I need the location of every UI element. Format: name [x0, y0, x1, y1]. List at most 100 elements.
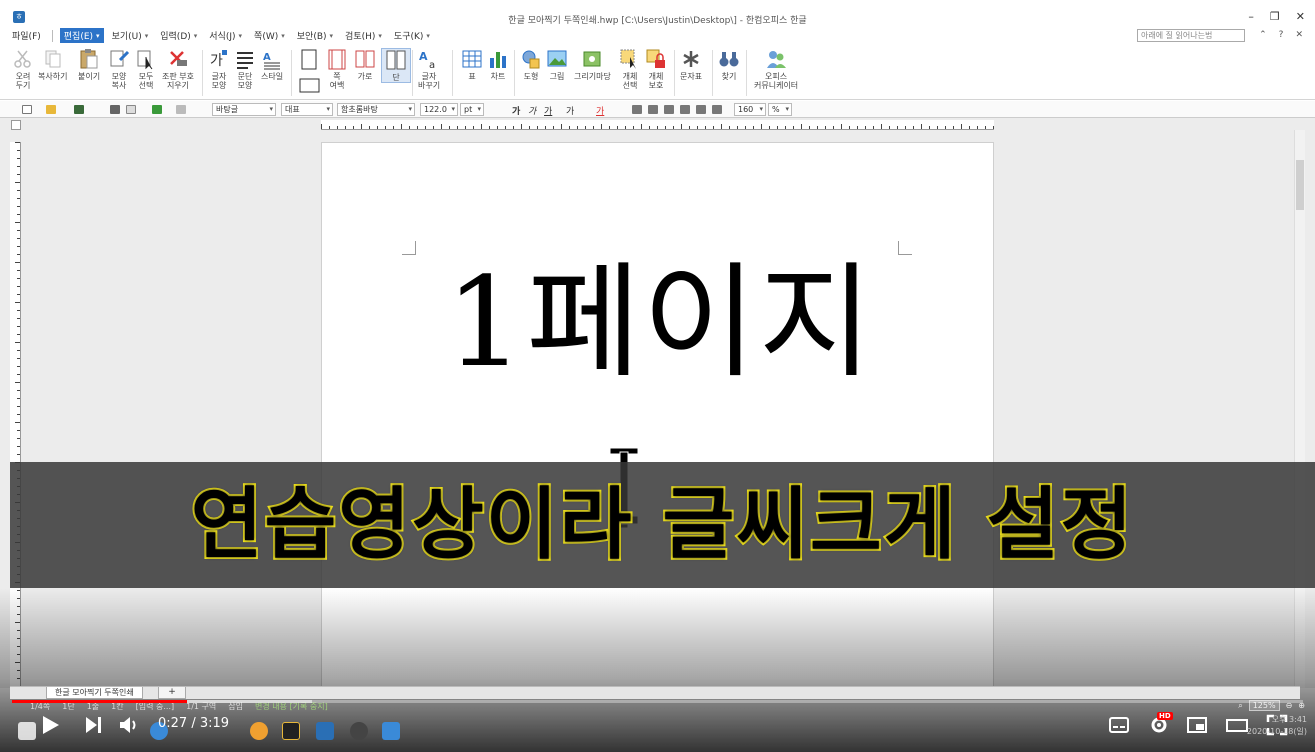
close-button[interactable]: ✕	[1296, 10, 1305, 23]
ruler-tick	[953, 126, 954, 129]
underline-button[interactable]: 가	[544, 104, 552, 117]
line-spacing-unit-select[interactable]: %	[768, 103, 792, 116]
align-distribute-icon[interactable]	[696, 105, 706, 114]
landscape-button[interactable]: 가로	[354, 48, 376, 81]
svg-text:A: A	[419, 50, 428, 63]
ruler-tick	[17, 414, 20, 415]
column-layout-icon	[386, 50, 406, 70]
picture-button[interactable]: 그림	[546, 48, 568, 81]
doc-tab[interactable]: 한글 모아찍기 두쪽인쇄	[46, 687, 143, 699]
chevron-down-icon: ▾	[329, 31, 334, 40]
document-body-text[interactable]: 1페이지	[420, 248, 900, 398]
strike-button[interactable]: 가	[566, 104, 574, 117]
copy-label: 복사하기	[38, 72, 68, 81]
language-select[interactable]: 대표	[281, 103, 333, 116]
align-justify-icon[interactable]	[632, 105, 642, 114]
save-icon[interactable]	[74, 105, 84, 114]
column-button[interactable]: 단	[381, 48, 411, 83]
cut-button[interactable]: 오려 두기	[12, 48, 34, 90]
ruler-tick	[825, 126, 826, 129]
table-label: 표	[468, 72, 476, 81]
redo-icon[interactable]	[176, 105, 186, 114]
theater-mode-icon[interactable]	[1226, 714, 1248, 736]
portrait-button[interactable]	[298, 48, 320, 96]
play-icon[interactable]	[38, 713, 62, 737]
object-select-button[interactable]: 개체 선택	[619, 48, 641, 90]
style-button[interactable]: A 스타일	[261, 48, 283, 81]
ribbon-collapse-button[interactable]: ⌃	[1259, 30, 1267, 40]
italic-button[interactable]: 가	[528, 104, 536, 117]
font-color-button[interactable]: 가	[596, 104, 604, 117]
ruler-tick	[569, 126, 570, 129]
menu-item-3[interactable]: 입력(D) ▾	[156, 28, 201, 43]
shape-button[interactable]: 도형	[520, 48, 542, 81]
doc-close-button[interactable]: ✕	[1295, 30, 1303, 40]
ruler-tick	[881, 124, 882, 129]
video-progress-bar[interactable]	[12, 700, 1303, 703]
chevron-down-icon: ▾	[378, 31, 382, 40]
ruler-tick	[641, 124, 642, 129]
clear-format-button[interactable]: 조판 부호 지우기	[162, 48, 194, 90]
help-search-input[interactable]: 아래에 질 읽어나는법	[1137, 29, 1245, 42]
table-button[interactable]: 표	[461, 48, 483, 81]
font-size-input[interactable]: 122.0	[420, 103, 458, 116]
ruler-tick	[17, 438, 20, 439]
preview-icon[interactable]	[126, 105, 136, 114]
para-shape-button[interactable]: 문단 모양	[234, 48, 256, 90]
restore-button[interactable]: ❐	[1270, 10, 1280, 23]
ruler-tick	[17, 158, 20, 159]
copy-button[interactable]: 복사하기	[38, 48, 67, 81]
ruler-tick	[17, 446, 20, 447]
horizontal-ruler[interactable]	[321, 120, 994, 130]
scroll-thumb[interactable]	[1296, 160, 1304, 210]
ruler-corner[interactable]	[11, 120, 21, 130]
menu-item-6[interactable]: 보안(B) ▾	[293, 28, 337, 43]
menu-item-2[interactable]: 보기(U) ▾	[108, 28, 153, 43]
format-copy-button[interactable]: 모양 복사	[108, 48, 130, 90]
miniplayer-icon[interactable]	[1186, 714, 1208, 736]
open-folder-icon[interactable]	[46, 105, 56, 114]
ruler-tick	[785, 126, 786, 129]
line-spacing-input[interactable]: 160	[734, 103, 766, 116]
menu-item-5[interactable]: 쪽(W) ▾	[250, 28, 289, 43]
undo-icon[interactable]	[152, 105, 162, 114]
align-split-icon[interactable]	[712, 105, 722, 114]
align-left-icon[interactable]	[648, 105, 658, 114]
subtitles-icon[interactable]	[1108, 714, 1130, 736]
menu-item-8[interactable]: 도구(K) ▾	[390, 28, 434, 43]
ruler-tick	[561, 124, 562, 129]
ruler-tick	[793, 126, 794, 129]
menu-item-7[interactable]: 검토(H) ▾	[341, 28, 386, 43]
ruler-tick	[729, 126, 730, 129]
font-unit-select[interactable]: pt	[460, 103, 484, 116]
paste-button[interactable]: 붙이기	[78, 48, 100, 81]
char-shape-button[interactable]: 가 글자 모양	[208, 48, 230, 90]
minimize-button[interactable]: –	[1248, 10, 1254, 23]
ribbon-separator	[514, 50, 515, 96]
next-icon[interactable]	[82, 714, 104, 736]
symbol-button[interactable]: 문자표	[680, 48, 702, 81]
menu-item-4[interactable]: 서식(J) ▾	[205, 28, 246, 43]
bold-button[interactable]: 가	[512, 104, 520, 117]
new-doc-icon[interactable]	[22, 105, 32, 114]
ruler-tick	[17, 174, 20, 175]
menu-item-1[interactable]: 편집(E) ▾	[59, 28, 104, 43]
draw-picture-button[interactable]: 그리기마당	[574, 48, 611, 81]
find-button[interactable]: 찾기	[718, 48, 740, 81]
select-all-button[interactable]: 모두 선택	[135, 48, 157, 90]
object-protect-button[interactable]: 개체 보호	[645, 48, 667, 90]
ruler-tick	[337, 126, 338, 129]
print-icon[interactable]	[110, 105, 120, 114]
menu-item-0[interactable]: 파일(F)	[8, 28, 45, 43]
add-tab-button[interactable]: +	[158, 687, 186, 699]
align-center-icon[interactable]	[664, 105, 674, 114]
office-communicator-button[interactable]: 오피스 커뮤니케이터	[754, 48, 798, 90]
align-right-icon[interactable]	[680, 105, 690, 114]
help-button[interactable]: ?	[1279, 30, 1284, 40]
font-select[interactable]: 함초롬바탕	[337, 103, 415, 116]
volume-icon[interactable]	[118, 714, 140, 736]
char-change-button[interactable]: Aa 글자 바꾸기	[418, 48, 440, 90]
page-margin-button[interactable]: 쪽 여백	[326, 48, 348, 90]
style-select[interactable]: 바탕글	[212, 103, 276, 116]
chart-button[interactable]: 차트	[487, 48, 509, 81]
